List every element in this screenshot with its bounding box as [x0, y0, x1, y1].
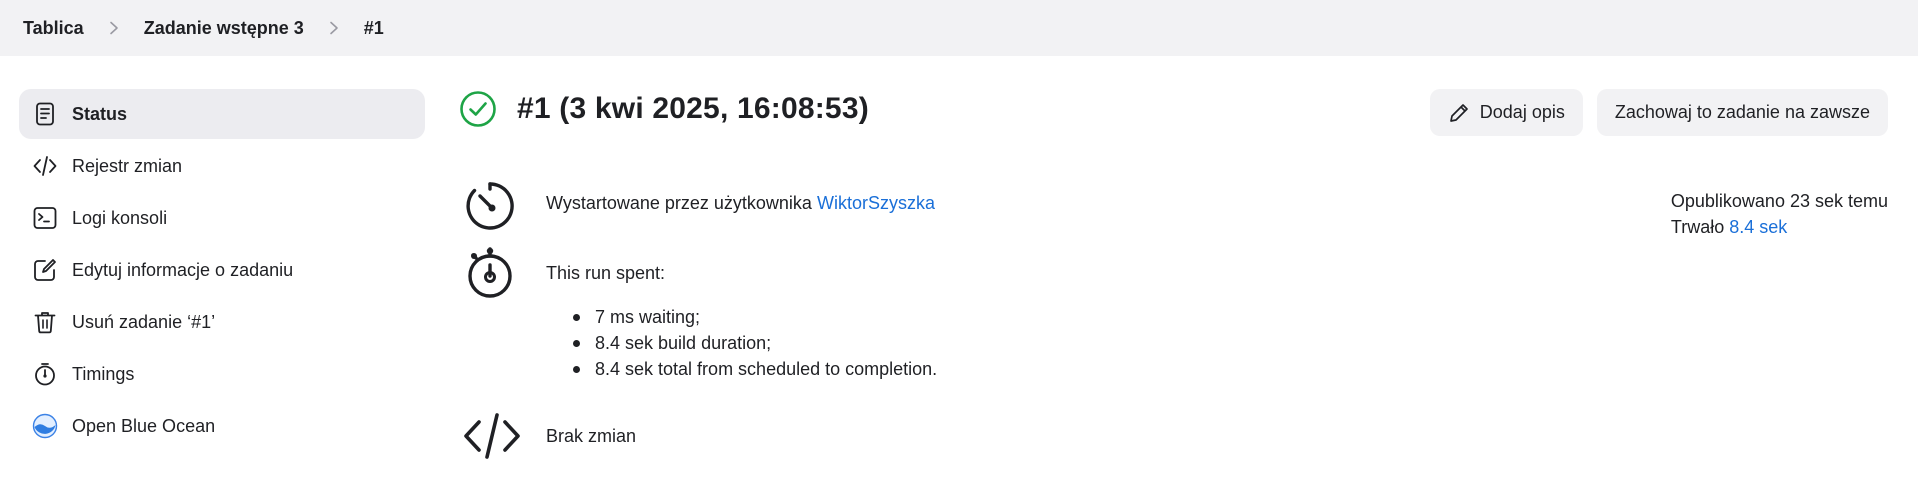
breadcrumb-item-build[interactable]: #1 — [364, 18, 384, 39]
started-by-row: Wystartowane przez użytkownika WiktorSzy… — [462, 178, 935, 234]
breadcrumb-item-dashboard[interactable]: Tablica — [23, 18, 84, 39]
changes-row: Brak zmian — [462, 410, 636, 462]
build-actions: Dodaj opis Zachowaj to zadanie na zawsze — [1429, 89, 1888, 136]
code-icon — [32, 153, 58, 179]
sidebar-item-edit-info[interactable]: Edytuj informacje o zadaniu — [19, 245, 425, 295]
sidebar-item-console[interactable]: Logi konsoli — [19, 193, 425, 243]
chevron-right-icon — [102, 16, 126, 40]
status-document-icon — [32, 101, 58, 127]
duration-prefix: Trwało — [1670, 217, 1730, 237]
run-spent-heading: This run spent: — [546, 263, 666, 283]
list-item: 8.4 sek total from scheduled to completi… — [594, 356, 937, 382]
sidebar-item-label: Open Blue Ocean — [72, 415, 216, 436]
page-title: #1 (3 kwi 2025, 16:08:53) — [517, 92, 869, 125]
no-changes-text: Brak zmian — [546, 426, 637, 446]
sidebar-item-label: Logi konsoli — [72, 207, 168, 228]
keep-forever-label: Zachowaj to zadanie na zawsze — [1614, 102, 1870, 122]
sidebar-item-timings[interactable]: Timings — [19, 349, 425, 399]
user-link[interactable]: WiktorSzyszka — [817, 193, 935, 213]
sidebar-item-label: Status — [72, 103, 128, 124]
list-item: 8.4 sek build duration; — [594, 330, 937, 356]
pencil-icon — [1449, 103, 1468, 122]
code-icon — [464, 413, 520, 459]
breadcrumb: Tablica Zadanie wstępne 3 #1 — [0, 0, 1918, 56]
sidebar-item-label: Usuń zadanie ‘#1’ — [72, 311, 216, 332]
sidebar-item-delete[interactable]: Usuń zadanie ‘#1’ — [19, 297, 425, 347]
trash-icon — [32, 309, 58, 335]
started-by-prefix: Wystartowane przez użytkownika — [546, 193, 817, 213]
published-text: Opublikowano 23 sek temu — [1670, 191, 1888, 211]
sidebar-item-label: Edytuj informacje o zadaniu — [72, 259, 294, 280]
timer-icon — [466, 182, 514, 230]
duration-text: Trwało 8.4 sek — [1671, 214, 1888, 240]
run-spent-list: 7 ms waiting; 8.4 sek build duration; 8.… — [594, 304, 937, 382]
sidebar-item-changes[interactable]: Rejestr zmian — [19, 141, 425, 191]
started-by-text: Wystartowane przez użytkownika WiktorSzy… — [546, 193, 935, 214]
sidebar-item-blue-ocean[interactable]: Open Blue Ocean — [19, 401, 425, 451]
edit-icon — [32, 257, 58, 283]
list-item: 7 ms waiting; — [594, 304, 937, 330]
stopwatch-icon — [468, 247, 512, 298]
stopwatch-icon — [32, 361, 58, 387]
breadcrumb-item-job[interactable]: Zadanie wstępne 3 — [144, 18, 304, 39]
terminal-icon — [32, 205, 58, 231]
chevron-right-icon — [322, 16, 346, 40]
blue-ocean-icon — [32, 413, 58, 439]
build-meta: Opublikowano 23 sek temu Trwało 8.4 sek — [1671, 188, 1888, 240]
keep-forever-button[interactable]: Zachowaj to zadanie na zawsze — [1596, 89, 1888, 136]
duration-link[interactable]: 8.4 sek — [1729, 217, 1787, 237]
sidebar-item-label: Rejestr zmian — [72, 155, 183, 176]
success-check-icon — [460, 91, 496, 127]
build-header: #1 (3 kwi 2025, 16:08:53) — [459, 90, 869, 128]
add-description-label: Dodaj opis — [1479, 102, 1565, 122]
add-description-button[interactable]: Dodaj opis — [1429, 89, 1583, 136]
sidebar-item-label: Timings — [72, 363, 135, 384]
run-spent-row: This run spent: — [462, 246, 665, 302]
sidebar-item-status[interactable]: Status — [19, 89, 425, 139]
sidebar: Status Rejestr zmian Logi konsoli Edytuj… — [19, 89, 425, 453]
